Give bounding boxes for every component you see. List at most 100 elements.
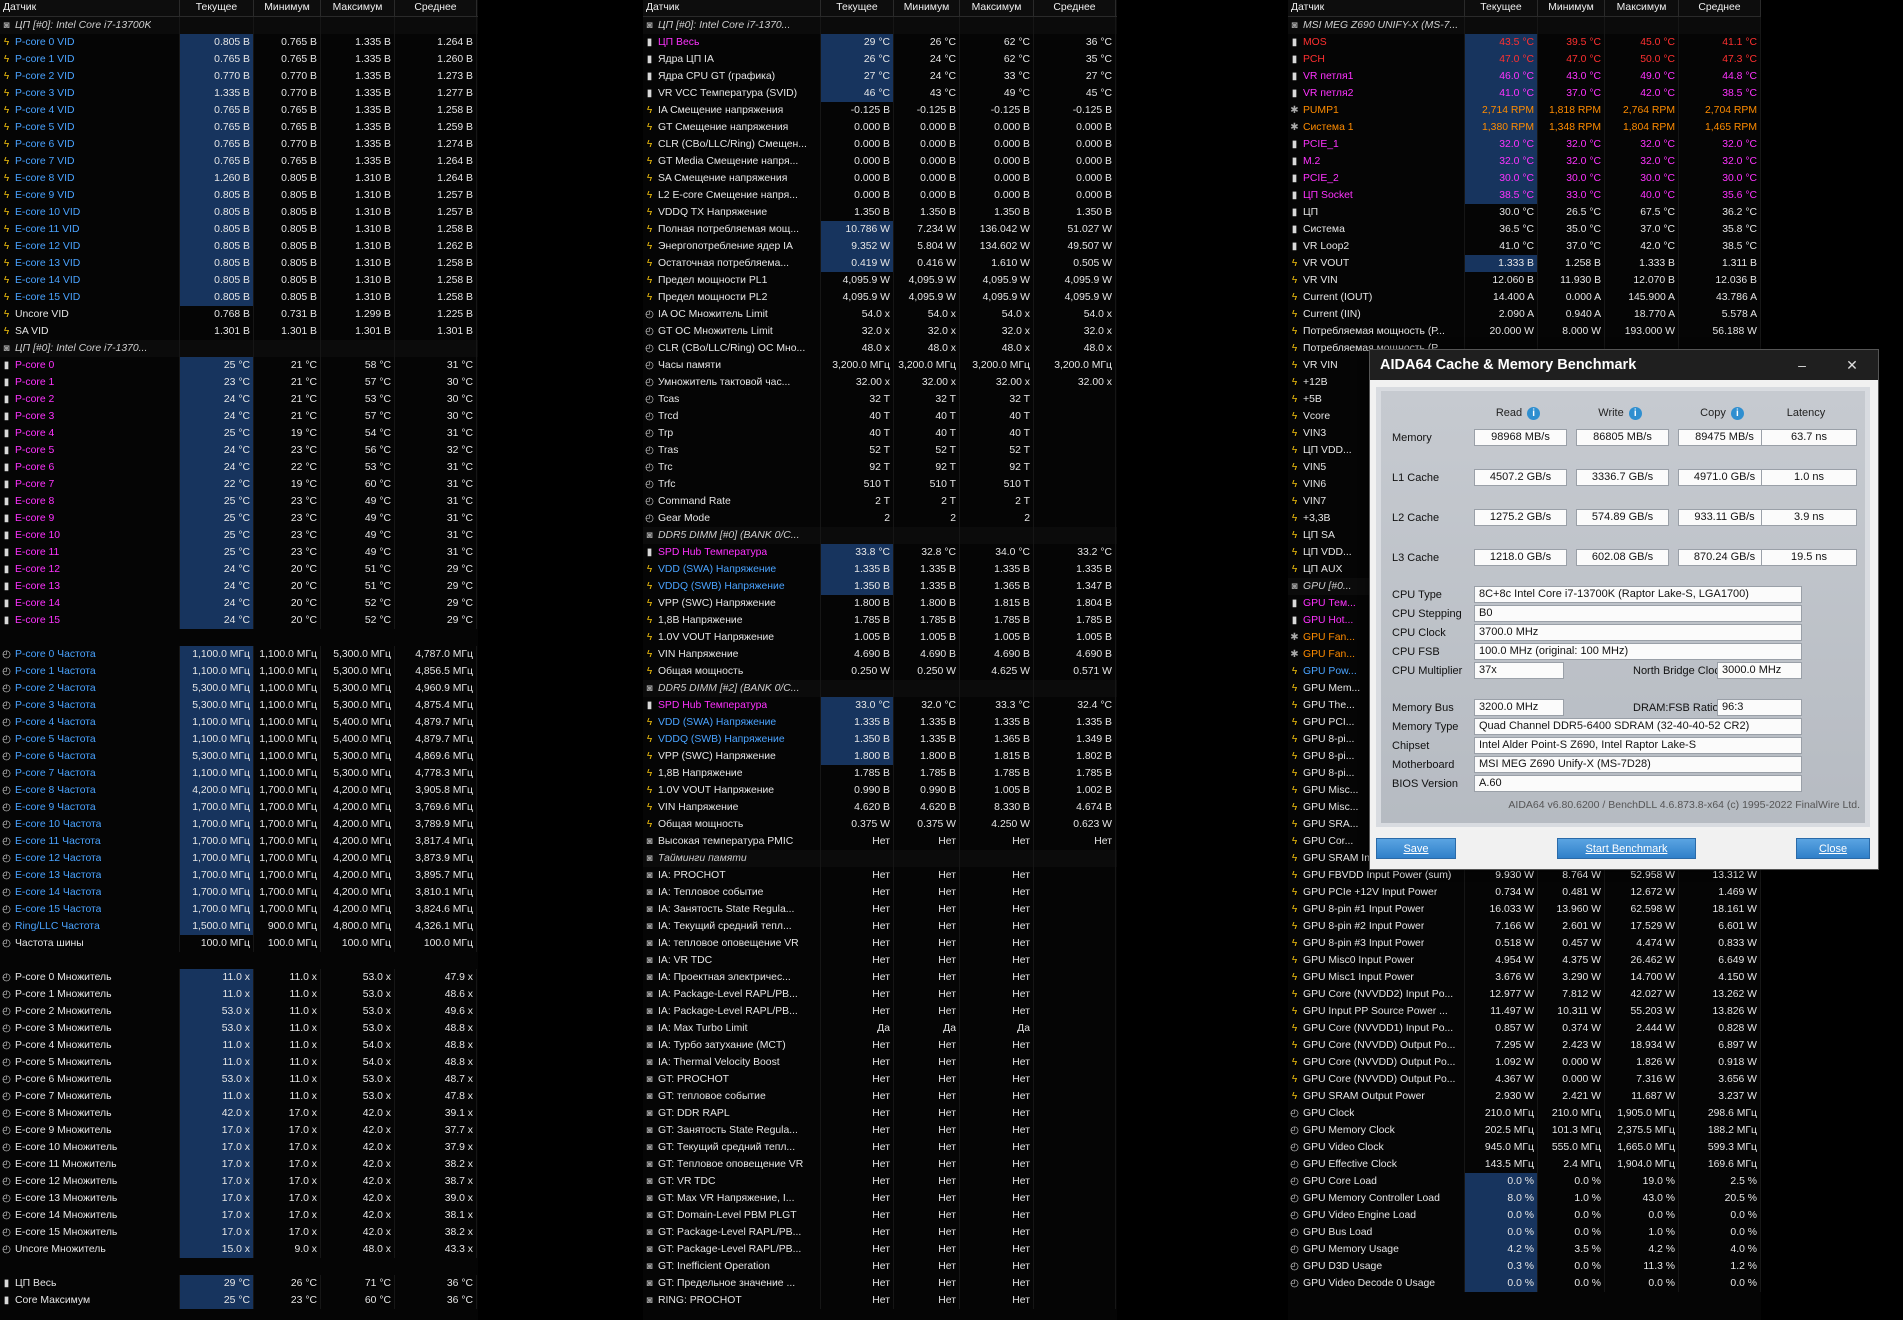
sensor-row[interactable]: ◙ GT: Max VR Напряжение, I... Нет Нет Нет [643, 1190, 1117, 1207]
sensor-row[interactable]: ▮ E-core 15 24 °C 20 °C 52 °C 29 °C [0, 612, 478, 629]
sensor-row[interactable]: ◙ GT: тепловое событие Нет Нет Нет [643, 1088, 1117, 1105]
sensor-row[interactable]: ▮ E-core 9 25 °C 23 °C 49 °C 31 °C [0, 510, 478, 527]
sensor-row[interactable]: ◴ E-core 10 Частота 1,700.0 МГц 1,700.0 МГц… [0, 816, 478, 833]
sensor-row[interactable]: ϟ VDDQ TX Напряжение 1.350 В 1.350 В 1.350 В… [643, 204, 1117, 221]
sensor-row[interactable]: ϟ GPU PCIe +12V Input Power 0.734 W 0.481 W… [1288, 884, 1761, 901]
sensor-row[interactable]: ϟ VR VIN 12.060 В 11.930 В 12.070 В 12.036 В [1288, 272, 1761, 289]
sensor-row[interactable]: ▮ PCH 47.0 °C 47.0 °C 50.0 °C 47.3 °C [1288, 51, 1761, 68]
start-benchmark-button[interactable]: Start Benchmark [1557, 838, 1696, 859]
sensor-row[interactable]: ◴ Частота шины 100.0 МГц 100.0 МГц 100.0 МГц… [0, 935, 478, 952]
sensor-row[interactable]: ◴ P-core 1 Множитель 11.0 x 11.0 x 53.0 x 48.… [0, 986, 478, 1003]
sensor-row[interactable]: ◴ E-core 14 Множитель 17.0 x 17.0 x 42.0 x 38… [0, 1207, 478, 1224]
sensor-row[interactable]: ▮ E-core 13 24 °C 20 °C 51 °C 29 °C [0, 578, 478, 595]
sensor-row[interactable]: ◴ GPU Bus Load 0.0 % 0.0 % 1.0 % 0.0 % [1288, 1224, 1761, 1241]
sensor-row[interactable]: ▮ ЦП Весь 29 °C 26 °C 71 °C 36 °C [0, 1275, 478, 1292]
sensor-row[interactable]: ◴ GPU D3D Usage 0.3 % 0.0 % 11.3 % 1.2 % [1288, 1258, 1761, 1275]
column-header-value[interactable]: Минимум [894, 0, 960, 16]
sensor-row[interactable]: ◙ IA: Проектная электричес... Нет Нет Нет [643, 969, 1117, 986]
sensor-row[interactable]: ◴ Умножитель тактовой час... 32.00 x 32.00 … [643, 374, 1117, 391]
sensor-row[interactable]: ▮ Core Максимум 25 °C 23 °C 60 °C 36 °C [0, 1292, 478, 1309]
column-header-value[interactable]: Среднее [1034, 0, 1116, 16]
sensor-row[interactable]: ▮ MOS 43.5 °C 39.5 °C 45.0 °C 41.1 °C [1288, 34, 1761, 51]
sensor-row[interactable]: ϟ P-core 2 VID 0.770 В 0.770 В 1.335 В 1.273 … [0, 68, 478, 85]
sensor-row[interactable]: ◴ P-core 1 Частота 1,100.0 МГц 1,100.0 МГц 5… [0, 663, 478, 680]
sensor-row[interactable]: ◙ GT: VR TDC Нет Нет Нет [643, 1173, 1117, 1190]
sensor-row[interactable]: ϟ P-core 5 VID 0.765 В 0.765 В 1.335 В 1.259 … [0, 119, 478, 136]
sensor-row[interactable]: ϟ E-core 12 VID 0.805 В 0.805 В 1.310 В 1.262… [0, 238, 478, 255]
sensor-row[interactable]: ◙ IA: Тепловое событие Нет Нет Нет [643, 884, 1117, 901]
sensor-row[interactable]: ϟ E-core 14 VID 0.805 В 0.805 В 1.310 В 1.258… [0, 272, 478, 289]
sensor-row[interactable]: ϟ VIN Напряжение 4.620 В 4.620 В 8.330 В 4.67… [643, 799, 1117, 816]
sensor-row[interactable]: ◴ GPU Core Load 0.0 % 0.0 % 19.0 % 2.5 % [1288, 1173, 1761, 1190]
sensor-row[interactable]: ▮ PCIE_2 30.0 °C 30.0 °C 30.0 °C 30.0 °C [1288, 170, 1761, 187]
sensor-row[interactable]: ϟ VPP (SWC) Напряжение 1.800 В 1.800 В 1.815… [643, 748, 1117, 765]
sensor-row[interactable]: ϟ 1,8В Напряжение 1.785 В 1.785 В 1.785 В 1.7… [643, 612, 1117, 629]
sensor-row[interactable]: ▮ PCIE_1 32.0 °C 32.0 °C 32.0 °C 32.0 °C [1288, 136, 1761, 153]
sensor-row[interactable]: ◴ E-core 13 Множитель 17.0 x 17.0 x 42.0 x 39… [0, 1190, 478, 1207]
sensor-row[interactable]: ◴ E-core 11 Множитель 17.0 x 17.0 x 42.0 x 38… [0, 1156, 478, 1173]
sensor-group-header[interactable]: ◙ MSI MEG Z690 UNIFY-X (MS-7... [1288, 17, 1761, 34]
sensor-row[interactable]: ✱ Система 1 1,380 RPM 1,348 RPM 1,804 RPM 1,4… [1288, 119, 1761, 136]
sensor-row[interactable]: ϟ E-core 10 VID 0.805 В 0.805 В 1.310 В 1.257… [0, 204, 478, 221]
sensor-row[interactable]: ◴ GPU Video Decode 0 Usage 0.0 % 0.0 % 0.0 %… [1288, 1275, 1761, 1292]
sensor-row[interactable]: ◴ Gear Mode 2 2 2 [643, 510, 1117, 527]
sensor-row[interactable]: ϟ Current (IOUT) 14.400 A 0.000 A 145.900 A4… [1288, 289, 1761, 306]
sensor-row[interactable]: ◙ IA: Занятость State Regula... Нет Нет Нет [643, 901, 1117, 918]
sensor-row[interactable]: ◴ GPU Video Engine Load 0.0 % 0.0 % 0.0 % 0.0… [1288, 1207, 1761, 1224]
sensor-row[interactable]: ϟ GPU Core (NVVDD) Output Po... 7.295 W 2.4… [1288, 1037, 1761, 1054]
column-header-value[interactable]: Текущее [180, 0, 254, 16]
scrollbar-panel1[interactable] [478, 0, 490, 1320]
column-header-value[interactable]: Среднее [1679, 0, 1761, 16]
sensor-row[interactable]: ◴ E-core 8 Частота 4,200.0 МГц 1,700.0 МГц 4… [0, 782, 478, 799]
sensor-row[interactable]: ◙ IA: Турбо затухание (MCT) Нет Нет Нет [643, 1037, 1117, 1054]
sensor-row[interactable]: ◙ GT: Текущий средний тепл... Нет Нет Нет [643, 1139, 1117, 1156]
sensor-row[interactable]: ◴ E-core 9 Множитель 17.0 x 17.0 x 42.0 x 37.… [0, 1122, 478, 1139]
sensor-row[interactable]: ▮ P-core 1 23 °C 21 °C 57 °C 30 °C [0, 374, 478, 391]
sensor-row[interactable]: ◴ P-core 3 Частота 5,300.0 МГц 1,100.0 МГц 5… [0, 697, 478, 714]
column-header-sensor[interactable]: Датчик [643, 0, 821, 16]
sensor-row[interactable]: ▮ E-core 12 24 °C 20 °C 51 °C 29 °C [0, 561, 478, 578]
sensor-row[interactable]: ▮ Система 36.5 °C 35.0 °C 37.0 °C 35.8 °C [1288, 221, 1761, 238]
sensor-row[interactable]: ◴ Tras 52 T 52 T 52 T [643, 442, 1117, 459]
sensor-row[interactable]: ϟ Полная потребляемая мощ... 10.786 W 7.234… [643, 221, 1117, 238]
sensor-row[interactable]: ▮ E-core 11 25 °C 23 °C 49 °C 31 °C [0, 544, 478, 561]
sensor-row[interactable]: ◙ IA: Max Turbo Limit Да Да Да [643, 1020, 1117, 1037]
sensor-row[interactable]: ◴ P-core 6 Частота 5,300.0 МГц 1,100.0 МГц 5… [0, 748, 478, 765]
sensor-row[interactable]: ϟ IA Смещение напряжения -0.125 В -0.125 В-… [643, 102, 1117, 119]
sensor-row[interactable]: ϟ GPU Misc1 Input Power 3.676 W 3.290 W 14.7… [1288, 969, 1761, 986]
sensor-row[interactable]: ◙ IA: VR TDC Нет Нет Нет [643, 952, 1117, 969]
sensor-row[interactable]: ϟ GPU SRAM Output Power 2.930 W 2.421 W 11.6… [1288, 1088, 1761, 1105]
sensor-row[interactable]: ◴ E-core 8 Множитель 42.0 x 17.0 x 42.0 x 39.… [0, 1105, 478, 1122]
sensor-row[interactable]: ϟ VR VOUT 1.333 В 1.258 В 1.333 В 1.311 В [1288, 255, 1761, 272]
sensor-row[interactable]: ◴ P-core 0 Множитель 11.0 x 11.0 x 53.0 x 47.… [0, 969, 478, 986]
sensor-row[interactable]: ϟ VDDQ (SWB) Напряжение 1.350 В 1.335 В 1.36… [643, 731, 1117, 748]
sensor-row[interactable]: ▮ P-core 7 22 °C 19 °C 60 °C 31 °C [0, 476, 478, 493]
sensor-row[interactable]: ◙ Высокая температура PMIC Нет Нет Нет Нет [643, 833, 1117, 850]
column-header-value[interactable]: Максимум [321, 0, 395, 16]
minimize-button[interactable]: – [1782, 350, 1822, 380]
sensor-row[interactable]: ◴ Tcas 32 T 32 T 32 T [643, 391, 1117, 408]
sensor-row[interactable]: ϟ Предел мощности PL2 4,095.9 W 4,095.9 W 4,… [643, 289, 1117, 306]
sensor-row[interactable]: ◙ IA: Package-Level RAPL/PB... Нет Нет Нет [643, 986, 1117, 1003]
sensor-row[interactable]: ◙ GT: Тепловое оповещение VR Нет Нет Нет [643, 1156, 1117, 1173]
sensor-row[interactable]: ϟ E-core 11 VID 0.805 В 0.805 В 1.310 В 1.258… [0, 221, 478, 238]
sensor-row[interactable]: ◴ IA OC Множитель Limit 54.0 x 54.0 x 54.0 x… [643, 306, 1117, 323]
sensor-row[interactable]: ▮ VR Loop2 41.0 °C 37.0 °C 42.0 °C 38.5 °C [1288, 238, 1761, 255]
sensor-row[interactable]: ◙ IA: PROCHOT Нет Нет Нет [643, 867, 1117, 884]
sensor-row[interactable]: ϟ VDDQ (SWB) Напряжение 1.350 В 1.335 В 1.36… [643, 578, 1117, 595]
sensor-row[interactable]: ◴ P-core 2 Множитель 53.0 x 11.0 x 53.0 x 49.… [0, 1003, 478, 1020]
sensor-row[interactable]: ϟ GPU 8-pin #1 Input Power 16.033 W 13.960 … [1288, 901, 1761, 918]
sensor-row[interactable]: ◴ GT OC Множитель Limit 32.0 x 32.0 x 32.0 x… [643, 323, 1117, 340]
sensor-row[interactable]: ϟ GPU Core (NVVDD) Output Po... 4.367 W 0.0… [1288, 1071, 1761, 1088]
sensor-row[interactable]: ▮ ЦП 30.0 °C 26.5 °C 67.5 °C 36.2 °C [1288, 204, 1761, 221]
sensor-row[interactable]: ◴ GPU Effective Clock 143.5 МГц 2.4 МГц 1,90… [1288, 1156, 1761, 1173]
sensor-row[interactable]: ▮ VR VCC Температура (SVID) 46 °C 43 °C 49 °… [643, 85, 1117, 102]
sensor-row[interactable]: ◴ E-core 15 Множитель 17.0 x 17.0 x 42.0 x 38… [0, 1224, 478, 1241]
sensor-row[interactable]: ϟ VDD (SWA) Напряжение 1.335 В 1.335 В 1.335… [643, 714, 1117, 731]
sensor-row[interactable]: ✱ PUMP1 2,714 RPM 1,818 RPM 2,764 RPM 2,704 R… [1288, 102, 1761, 119]
sensor-row[interactable]: ϟ P-core 6 VID 0.765 В 0.770 В 1.335 В 1.274 … [0, 136, 478, 153]
sensor-row[interactable]: ϟ P-core 1 VID 0.765 В 0.765 В 1.335 В 1.260 … [0, 51, 478, 68]
column-header-value[interactable]: Текущее [1465, 0, 1538, 16]
sensor-row[interactable]: ◴ P-core 0 Частота 1,100.0 МГц 1,100.0 МГц 5… [0, 646, 478, 663]
sensor-row[interactable]: ◴ P-core 7 Частота 1,100.0 МГц 1,100.0 МГц 5… [0, 765, 478, 782]
